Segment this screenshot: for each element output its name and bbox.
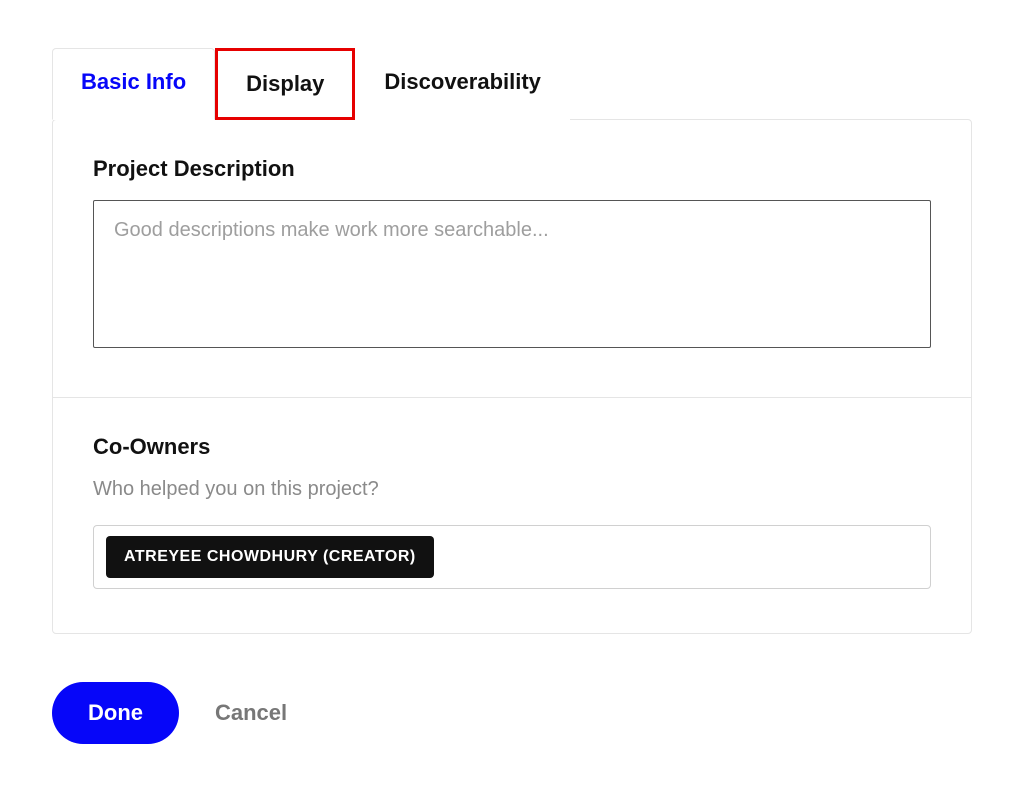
button-row: Done Cancel bbox=[52, 682, 972, 744]
done-button[interactable]: Done bbox=[52, 682, 179, 744]
tab-basic-info[interactable]: Basic Info bbox=[52, 48, 215, 120]
co-owners-title: Co-Owners bbox=[93, 434, 931, 460]
tab-panel: Project Description Co-Owners Who helped… bbox=[52, 119, 972, 634]
tab-discoverability[interactable]: Discoverability bbox=[355, 48, 570, 120]
co-owner-chip[interactable]: ATREYEE CHOWDHURY (CREATOR) bbox=[106, 536, 434, 578]
section-project-description: Project Description bbox=[53, 120, 971, 397]
project-description-input[interactable] bbox=[93, 200, 931, 348]
project-description-title: Project Description bbox=[93, 156, 931, 182]
co-owners-subtitle: Who helped you on this project? bbox=[93, 478, 931, 501]
cancel-button[interactable]: Cancel bbox=[215, 700, 287, 726]
section-co-owners: Co-Owners Who helped you on this project… bbox=[53, 397, 971, 633]
co-owners-input[interactable]: ATREYEE CHOWDHURY (CREATOR) bbox=[93, 525, 931, 589]
tab-display[interactable]: Display bbox=[215, 48, 355, 120]
tabs-bar: Basic Info Display Discoverability bbox=[52, 48, 972, 120]
